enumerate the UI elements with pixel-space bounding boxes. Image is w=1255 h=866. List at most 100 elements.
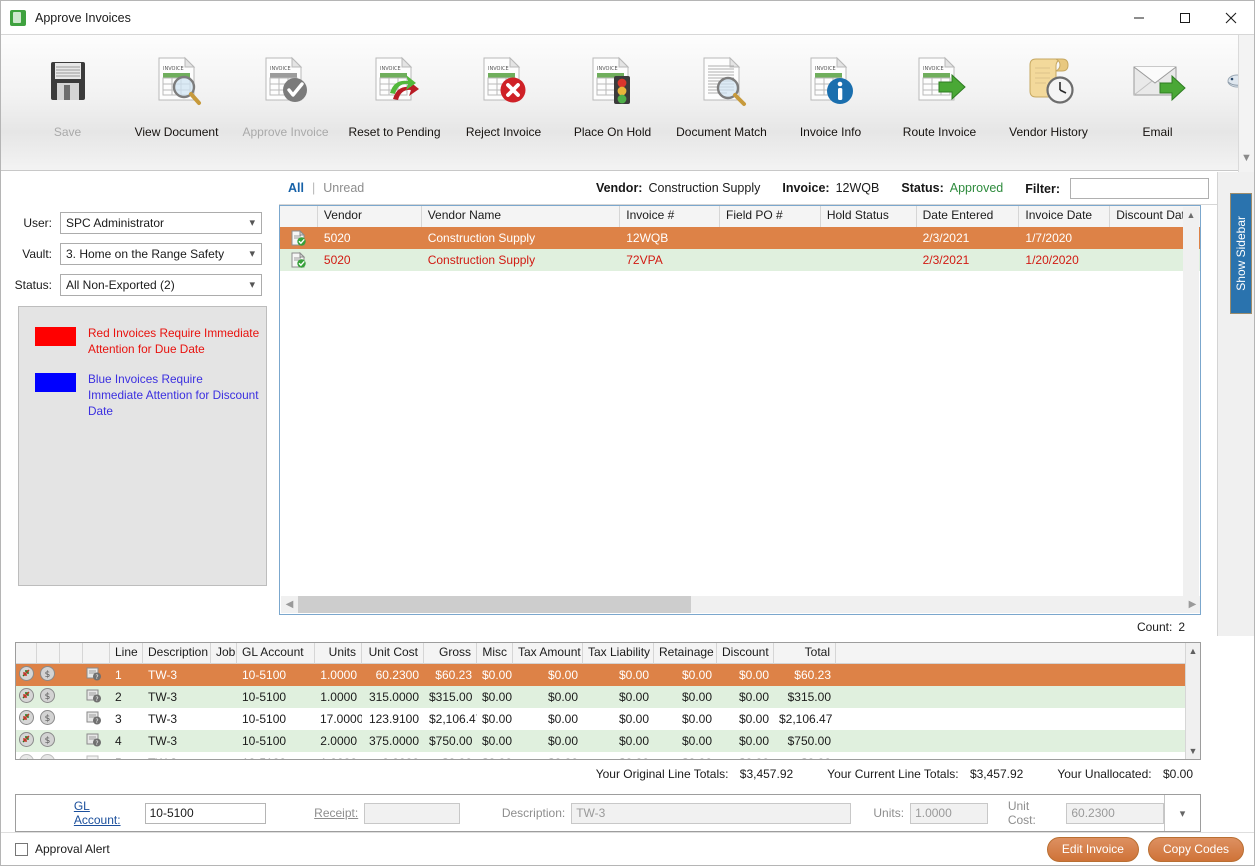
- user-select[interactable]: SPC Administrator ▾: [60, 212, 262, 234]
- chevron-down-icon[interactable]: ▼: [1189, 743, 1198, 759]
- receipt-input[interactable]: [364, 802, 460, 824]
- route-invoice-button[interactable]: INVOICE Route Invoice: [885, 49, 994, 139]
- invoice-info-button[interactable]: INVOICE Invoice Info: [776, 49, 885, 139]
- split-arrows-icon[interactable]: [16, 688, 37, 706]
- column-header-field-po[interactable]: Field PO #: [720, 206, 821, 227]
- split-arrows-icon[interactable]: [16, 754, 37, 759]
- column-header-discount[interactable]: Discount: [717, 643, 774, 664]
- line-items-vertical-scrollbar[interactable]: ▲ ▼: [1185, 643, 1200, 759]
- route-invoice-label: Route Invoice: [902, 125, 977, 139]
- detail-form-dropdown[interactable]: ▾: [1164, 795, 1200, 831]
- coin-dollar-icon[interactable]: $: [37, 688, 60, 706]
- reject-invoice-button[interactable]: INVOICE Reject Invoice: [449, 49, 558, 139]
- show-sidebar-tab[interactable]: Show Sidebar: [1230, 193, 1252, 314]
- column-header-vendor-name[interactable]: Vendor Name: [421, 206, 621, 227]
- approve-invoice-button[interactable]: INVOICE Approve Invoice: [231, 49, 340, 139]
- titlebar: Approve Invoices: [1, 1, 1254, 34]
- chevron-right-icon[interactable]: ▶: [1184, 599, 1200, 610]
- maximize-button[interactable]: [1162, 1, 1208, 34]
- legend-text-red: Red Invoices Require Immediate Attention…: [88, 326, 260, 356]
- receipt-question-icon[interactable]: ?: [83, 666, 110, 684]
- table-row[interactable]: 5020 Construction Supply 12WQB 2/3/2021 …: [280, 227, 1200, 249]
- table-row[interactable]: $ ? 1 TW-3 10-5100 1.0000 60.2300 $60.23…: [16, 664, 1200, 686]
- chevron-up-icon[interactable]: ▲: [1187, 207, 1196, 223]
- invoice-grid-horizontal-scrollbar[interactable]: ◀ ▶: [281, 596, 1200, 613]
- chevron-up-icon[interactable]: ▲: [1189, 643, 1198, 659]
- save-button[interactable]: Save: [13, 49, 122, 139]
- copy-codes-button[interactable]: Copy Codes: [1147, 836, 1244, 862]
- edit-invoice-button[interactable]: Edit Invoice: [1046, 836, 1139, 862]
- column-header-total[interactable]: Total: [774, 643, 836, 664]
- vendor-history-button[interactable]: Vendor History: [994, 49, 1103, 139]
- column-header-invoice-date[interactable]: Invoice Date: [1019, 206, 1111, 227]
- receipt-question-icon[interactable]: [83, 754, 110, 759]
- document-match-button[interactable]: Document Match: [667, 49, 776, 139]
- column-header-icon[interactable]: [280, 206, 318, 227]
- chevron-left-icon[interactable]: ◀: [281, 599, 298, 610]
- column-header-tax-liability[interactable]: Tax Liability: [583, 643, 654, 664]
- receipt-question-icon[interactable]: ?: [83, 710, 110, 728]
- column-header-receipt[interactable]: [83, 643, 110, 664]
- minimize-button[interactable]: [1116, 1, 1162, 34]
- table-row[interactable]: $ ? 4 TW-3 10-5100 2.0000 375.0000 $750.…: [16, 730, 1200, 752]
- column-header-hold-status[interactable]: Hold Status: [820, 206, 917, 227]
- column-header-tax-amount[interactable]: Tax Amount: [513, 643, 583, 664]
- units-input[interactable]: 1.0000: [910, 802, 988, 824]
- column-header-description[interactable]: Description: [143, 643, 211, 664]
- close-button[interactable]: [1208, 1, 1254, 34]
- email-label: Email: [1142, 125, 1173, 139]
- approve-invoices-window: Approve Invoices Save INVOICE View Docum…: [0, 0, 1255, 866]
- unit-cost-input[interactable]: 60.2300: [1066, 802, 1165, 824]
- tab-all[interactable]: All: [288, 181, 304, 195]
- gl-account-input[interactable]: 10-5100: [144, 802, 267, 824]
- column-header-split[interactable]: [16, 643, 37, 664]
- split-arrows-icon[interactable]: [16, 710, 37, 728]
- column-header-misc[interactable]: Misc: [477, 643, 513, 664]
- table-row[interactable]: $ ? 2 TW-3 10-5100 1.0000 315.0000 $315.…: [16, 686, 1200, 708]
- tab-unread[interactable]: Unread: [323, 181, 364, 195]
- status-select[interactable]: All Non-Exported (2) ▾: [60, 274, 262, 296]
- place-on-hold-button[interactable]: INVOICE Place On Hold: [558, 49, 667, 139]
- receipt-question-icon[interactable]: ?: [83, 732, 110, 750]
- description-input[interactable]: TW-3: [571, 802, 852, 824]
- column-header-gl-account[interactable]: GL Account: [237, 643, 315, 664]
- svg-text:INVOICE: INVOICE: [923, 66, 944, 72]
- view-document-button[interactable]: INVOICE View Document: [122, 49, 231, 139]
- split-arrows-icon[interactable]: [16, 732, 37, 750]
- coin-dollar-icon[interactable]: $: [37, 732, 60, 750]
- filter-input[interactable]: [1070, 177, 1209, 199]
- table-row[interactable]: 5 TW-3 10-5100 1.0000 0.0000 $0.00 $0.00…: [16, 752, 1200, 759]
- column-header-vendor[interactable]: Vendor: [317, 206, 422, 227]
- cell-misc: $0.00: [482, 690, 513, 704]
- table-row[interactable]: $ ? 3 TW-3 10-5100 17.0000 123.9100 $2,1…: [16, 708, 1200, 730]
- vault-select[interactable]: 3. Home on the Range Safety ▾: [60, 243, 262, 265]
- column-header-retainage[interactable]: Retainage: [654, 643, 717, 664]
- reset-to-pending-button[interactable]: INVOICE Reset to Pending: [340, 49, 449, 139]
- chevron-down-icon[interactable]: ▼: [1241, 152, 1252, 164]
- svg-text:INVOICE: INVOICE: [163, 66, 184, 72]
- receipt-question-icon[interactable]: ?: [83, 688, 110, 706]
- column-header-invoice-number[interactable]: Invoice #: [620, 206, 721, 227]
- column-header-units[interactable]: Units: [315, 643, 362, 664]
- hscroll-thumb[interactable]: [298, 596, 691, 613]
- toolbar-scrollbar[interactable]: ▼: [1238, 35, 1254, 172]
- coin-dollar-icon[interactable]: $: [37, 710, 60, 728]
- email-button[interactable]: Email: [1103, 49, 1212, 139]
- receipt-label[interactable]: Receipt:: [314, 806, 358, 820]
- cell-date-entered: 2/3/2021: [922, 231, 970, 245]
- column-header-line[interactable]: Line: [110, 643, 143, 664]
- column-header-blank[interactable]: [60, 643, 83, 664]
- coin-dollar-icon[interactable]: $: [37, 666, 60, 684]
- table-row[interactable]: 5020 Construction Supply 72VPA 2/3/2021 …: [280, 249, 1200, 271]
- split-arrows-icon[interactable]: [16, 666, 37, 684]
- approval-alert-checkbox[interactable]: [15, 842, 28, 856]
- column-header-gross[interactable]: Gross: [424, 643, 477, 664]
- gl-account-label[interactable]: GL Account:: [74, 799, 139, 827]
- coin-dollar-icon[interactable]: [37, 754, 60, 759]
- column-header-job[interactable]: Job: [211, 643, 237, 664]
- invoice-grid-vertical-scrollbar[interactable]: ▲: [1183, 207, 1199, 596]
- column-header-date-entered[interactable]: Date Entered: [916, 206, 1020, 227]
- column-header-unit-cost[interactable]: Unit Cost: [362, 643, 424, 664]
- status-value: Approved: [949, 181, 1004, 195]
- column-header-cost[interactable]: [37, 643, 60, 664]
